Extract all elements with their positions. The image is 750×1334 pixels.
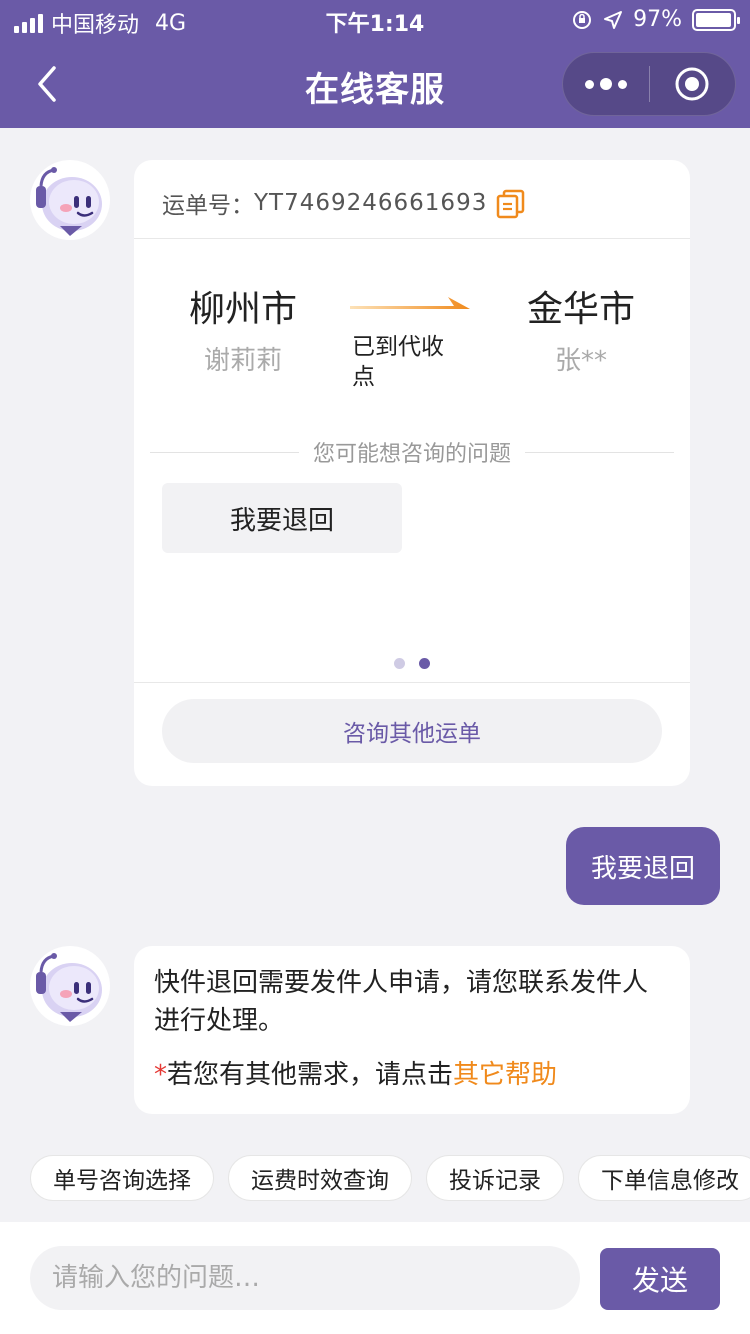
question-input[interactable] <box>30 1246 580 1310</box>
origin-city: 柳州市 <box>188 289 297 330</box>
more-button[interactable] <box>563 52 649 116</box>
robot-mascot-icon <box>36 953 102 1022</box>
shipment-status: 已到代收点 <box>352 334 444 390</box>
dot <box>617 79 627 89</box>
sender-name: 谢莉莉 <box>203 346 282 376</box>
status-right: 97% <box>571 7 740 32</box>
divider <box>134 238 690 239</box>
waybill-card: 运单号： YT7469246661693 柳州市 谢莉莉 已到代收点 金华市 张… <box>134 160 690 786</box>
quick-chip[interactable]: 投诉记录 <box>426 1155 564 1201</box>
battery-percent: 97% <box>633 7 682 32</box>
status-bar: 中国移动 4G 下午1:14 97% <box>0 0 750 40</box>
copy-icon[interactable] <box>495 187 527 219</box>
page-indicator <box>134 658 690 669</box>
waybill-number: YT7469246661693 <box>254 190 488 216</box>
help-line: *若您有其他需求，请点击其它帮助 <box>154 1054 670 1091</box>
dot <box>599 78 612 90</box>
page-dot-active[interactable] <box>419 658 430 669</box>
robot-mascot-icon <box>36 167 102 236</box>
quick-chips: 单号咨询选择 运费时效查询 投诉记录 下单信息修改 <box>30 1155 750 1203</box>
input-bar: 发送 <box>0 1222 750 1334</box>
bot-reply-bubble: 快件退回需要发件人申请，请您联系发件人进行处理。 *若您有其他需求，请点击其它帮… <box>134 946 690 1114</box>
target-icon <box>675 67 709 101</box>
waybill-label: 运单号： <box>162 193 254 219</box>
orientation-lock-icon <box>573 10 592 29</box>
nav-bar: 在线客服 <box>0 40 750 128</box>
suggest-option-button[interactable]: 我要退回 <box>162 483 402 553</box>
suggest-title: 您可能想咨询的问题 <box>150 436 675 468</box>
close-miniapp-button[interactable] <box>650 52 736 116</box>
quick-chip[interactable]: 单号咨询选择 <box>30 1155 214 1201</box>
bot-avatar <box>30 160 110 240</box>
destination-city: 金华市 <box>526 289 635 330</box>
dot <box>584 79 594 89</box>
other-help-link[interactable]: 其它帮助 <box>453 1060 557 1090</box>
other-waybill-button[interactable]: 咨询其他运单 <box>162 699 662 763</box>
quick-chip[interactable]: 下单信息修改 <box>578 1155 750 1201</box>
bot-reply-text: 快件退回需要发件人申请，请您联系发件人进行处理。 <box>154 968 649 1036</box>
page-dot[interactable] <box>394 658 405 669</box>
waybill-row: 运单号： YT7469246661693 <box>162 186 527 220</box>
location-icon <box>604 10 623 29</box>
header: 中国移动 4G 下午1:14 97% 在线客服 <box>0 0 750 128</box>
route-arrow-icon <box>350 297 470 309</box>
user-message-bubble: 我要退回 <box>566 827 720 905</box>
recipient-name: 张** <box>554 346 607 376</box>
send-button[interactable]: 发送 <box>600 1248 720 1310</box>
help-prefix: 若您有其他需求，请点击 <box>167 1060 454 1090</box>
required-star: * <box>154 1060 167 1090</box>
quick-chip[interactable]: 运费时效查询 <box>228 1155 412 1201</box>
divider <box>134 682 690 683</box>
bot-avatar <box>30 946 110 1026</box>
divider <box>150 451 299 453</box>
divider <box>525 451 675 453</box>
suggest-title-text: 您可能想咨询的问题 <box>313 442 512 467</box>
battery-icon <box>692 8 740 31</box>
miniapp-capsule <box>562 52 736 116</box>
